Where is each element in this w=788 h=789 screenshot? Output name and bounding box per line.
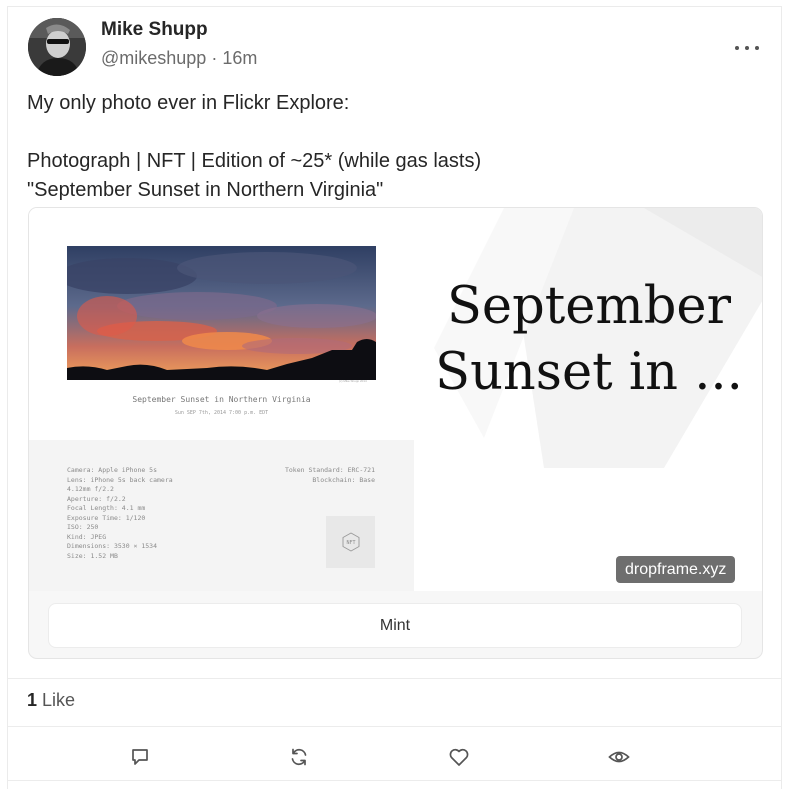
nft-badge-box: NFT [326,516,375,568]
token-line: Token Standard: ERC-721 [284,466,375,474]
like-count-number: 1 [27,690,38,710]
token-line: Blockchain: Base [312,475,375,484]
photo-credit: (c) Mike Shupp 2014 [339,379,367,383]
view-icon[interactable] [607,745,631,769]
repost-icon[interactable] [287,745,311,769]
sunset-photo [67,246,376,380]
nft-hexagon-icon: NFT [341,532,361,552]
exif-line: Camera: Apple iPhone 5s [67,466,158,474]
action-bar [8,737,781,781]
exif-line: Kind: JPEG [67,532,107,541]
meta-separator: · [211,48,218,68]
domain-badge: dropframe.xyz [616,556,736,583]
artwork-subtitle: Sun SEP 7th, 2014 7:00 p.m. EDT [174,410,269,416]
artwork-title: September Sunset in Northern Virginia [132,395,311,404]
more-options-icon[interactable] [735,43,759,53]
author-meta: @mikeshupp · 16m [101,48,257,69]
link-embed-card[interactable]: (c) Mike Shupp 2014 September Sunset in … [28,207,763,659]
post-text: My only photo ever in Flickr Explore: Ph… [27,92,482,201]
divider [8,780,781,781]
divider [8,678,781,679]
author-name[interactable]: Mike Shupp [101,19,208,41]
embed-title: September Sunset in ... [435,277,743,402]
exif-list: Camera: Apple iPhone 5s Lens: iPhone 5s … [67,466,173,561]
mint-button[interactable]: Mint [48,603,742,648]
exif-line: ISO: 250 [67,523,99,531]
exif-line: Focal Length: 4.1 mm [67,504,146,512]
divider [8,726,781,727]
embed-preview-image[interactable]: (c) Mike Shupp 2014 September Sunset in … [29,208,762,591]
like-count-label: Like [42,690,76,710]
post-time[interactable]: 16m [222,48,257,68]
exif-line: Dimensions: 3530 × 1534 [67,542,158,550]
comment-icon[interactable] [128,745,152,769]
author-handle[interactable]: @mikeshupp [101,48,206,68]
avatar[interactable] [28,18,86,76]
exif-line: 4.12mm f/2.2 [67,485,114,493]
artwork-details-panel: Camera: Apple iPhone 5s Lens: iPhone 5s … [29,440,414,591]
nft-badge-text: NFT [346,540,355,546]
embed-title-panel: September Sunset in ... [414,208,762,591]
like-icon[interactable] [447,745,471,769]
token-info: Token Standard: ERC-721 Blockchain: Base [285,466,375,485]
like-count[interactable]: 1 Like [27,690,75,711]
post-card: Mike Shupp @mikeshupp · 16m My only phot… [7,6,782,789]
exif-line: Aperture: f/2.2 [67,494,126,503]
exif-line: Exposure Time: 1/120 [67,513,146,522]
exif-line: Lens: iPhone 5s back camera [67,475,173,484]
exif-line: Size: 1.52 MB [67,551,118,560]
artwork-sheet: (c) Mike Shupp 2014 September Sunset in … [29,208,414,591]
